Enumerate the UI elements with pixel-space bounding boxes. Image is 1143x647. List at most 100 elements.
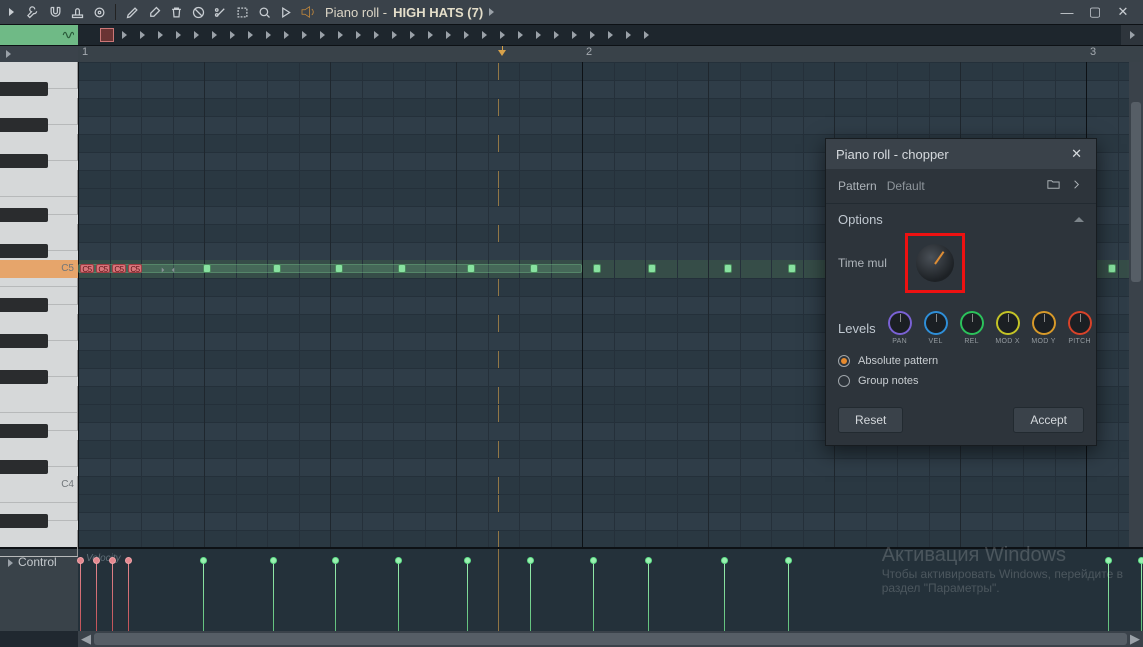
level-knob-mody[interactable]: MOD Y [1030,311,1058,345]
zoom-icon[interactable] [253,1,275,23]
note-ghost[interactable] [78,264,582,273]
velocity-stem[interactable] [112,561,113,631]
radio-on-icon[interactable] [838,355,850,367]
next-icon[interactable] [1069,177,1084,195]
note-red[interactable]: C5 [128,264,142,273]
level-knob-label: VEL [922,338,950,345]
dialog-titlebar[interactable]: Piano roll - chopper ✕ [826,139,1096,169]
note-red[interactable]: C5 [80,264,94,273]
radio-off-icon[interactable] [838,375,850,387]
note-green[interactable] [335,264,343,273]
velocity-stem[interactable] [80,561,81,631]
control-label: Control [18,555,57,569]
select-icon[interactable] [231,1,253,23]
velocity-stem[interactable] [273,561,274,631]
options-header-row[interactable]: Options [826,204,1096,231]
level-knob-pitch[interactable]: PITCH [1066,311,1094,345]
velocity-plot[interactable]: Velocity [78,549,1143,631]
group-notes-row[interactable]: Group notes [826,371,1096,397]
velocity-stem[interactable] [648,561,649,631]
velocity-stem[interactable] [1108,561,1109,631]
velocity-stem[interactable] [203,561,204,631]
timeline-scroll-right-button[interactable] [1121,25,1143,45]
velocity-stem[interactable] [593,561,594,631]
black-key[interactable] [0,298,48,312]
black-key[interactable] [0,244,48,258]
velocity-stem[interactable] [96,561,97,631]
note-green[interactable] [273,264,281,273]
reset-button[interactable]: Reset [838,407,903,433]
dialog-close-button[interactable]: ✕ [1067,142,1086,166]
title-caret-icon[interactable] [489,8,494,16]
slice-icon[interactable] [209,1,231,23]
target-icon[interactable] [88,1,110,23]
wrench-icon[interactable] [22,1,44,23]
bar-ruler[interactable]: 1 2 3 [78,46,1143,62]
note-green[interactable] [467,264,475,273]
velocity-stem[interactable] [788,561,789,631]
white-key[interactable] [0,530,78,557]
velocity-stem[interactable] [467,561,468,631]
horizontal-scrollbar[interactable]: ◀ ▶ [78,631,1143,647]
time-mul-knob[interactable] [916,244,954,282]
trash-icon[interactable] [165,1,187,23]
black-key[interactable] [0,460,48,474]
menu-caret-button[interactable] [0,1,22,23]
scrollbar-thumb[interactable] [1131,102,1141,282]
note-green[interactable] [1108,264,1116,273]
note-green[interactable] [724,264,732,273]
black-key[interactable] [0,424,48,438]
collapse-icon[interactable] [1074,217,1084,222]
grid-vertical-scrollbar[interactable] [1129,62,1143,547]
velocity-stem[interactable] [398,561,399,631]
timeline-frames[interactable]: /* decorative ticks injected below */ [78,25,1143,45]
black-key[interactable] [0,514,48,528]
black-key[interactable] [0,82,48,96]
note-green[interactable] [788,264,796,273]
scrollbar-thumb[interactable] [94,633,1127,645]
level-knob-vel[interactable]: VEL [922,311,950,345]
black-key[interactable] [0,334,48,348]
note-red[interactable]: C5 [112,264,126,273]
scroll-left-button[interactable]: ◀ [78,631,94,647]
control-label-box[interactable]: Control [0,549,78,631]
black-key[interactable] [0,154,48,168]
magnet-icon[interactable] [44,1,66,23]
brush-icon[interactable] [143,1,165,23]
velocity-stem[interactable] [530,561,531,631]
note-green[interactable] [203,264,211,273]
playback-icon[interactable] [275,1,297,23]
close-button[interactable]: ✕ [1109,4,1137,20]
timeline-marker[interactable] [100,28,114,42]
velocity-stem[interactable] [724,561,725,631]
black-key[interactable] [0,208,48,222]
folder-icon[interactable] [1046,177,1061,195]
note-green[interactable] [648,264,656,273]
level-knob-rel[interactable]: REL [958,311,986,345]
note-green[interactable] [530,264,538,273]
speaker-icon[interactable] [297,1,319,23]
pencil-icon[interactable] [121,1,143,23]
level-knob-modx[interactable]: MOD X [994,311,1022,345]
timeline-gutter[interactable] [0,25,78,45]
absolute-pattern-row[interactable]: Absolute pattern [826,351,1096,371]
piano-keyboard[interactable]: C5C4 [0,62,78,547]
stamp-icon[interactable] [66,1,88,23]
black-key[interactable] [0,370,48,384]
pattern-value[interactable]: Default [887,179,925,193]
note-green[interactable] [593,264,601,273]
ruler-corner[interactable] [0,46,78,62]
black-key[interactable] [0,118,48,132]
scroll-right-button[interactable]: ▶ [1127,631,1143,647]
level-knob-pan[interactable]: PAN [886,311,914,345]
velocity-stem[interactable] [1141,561,1142,631]
maximize-button[interactable]: ▢ [1081,4,1109,20]
velocity-stem[interactable] [128,561,129,631]
velocity-stem[interactable] [335,561,336,631]
note-green[interactable] [398,264,406,273]
mute-icon[interactable] [187,1,209,23]
note-red[interactable]: C5 [96,264,110,273]
accept-button[interactable]: Accept [1013,407,1084,433]
resize-handle-icon[interactable] [160,263,176,278]
minimize-button[interactable]: — [1053,5,1081,20]
